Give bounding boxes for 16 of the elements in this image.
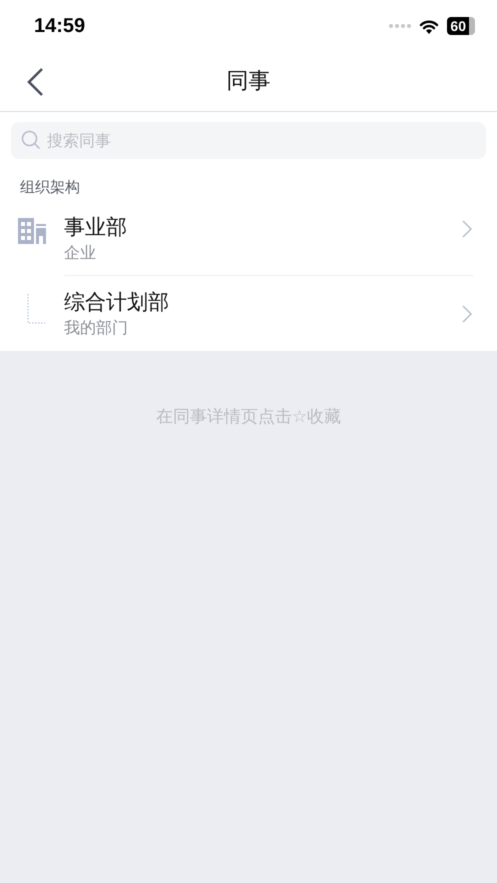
signal-icon	[389, 24, 412, 28]
search-field[interactable]: 搜索同事	[11, 122, 486, 159]
chevron-right-icon	[461, 304, 473, 324]
org-subtitle: 我的部门	[64, 316, 129, 338]
org-name: 综合计划部	[64, 288, 170, 316]
chevron-right-icon	[461, 219, 473, 239]
search-icon	[21, 130, 41, 150]
wifi-icon	[419, 18, 440, 34]
page-title: 同事	[226, 68, 270, 96]
org-name: 事业部	[64, 214, 128, 241]
building-icon	[18, 218, 46, 244]
section-title: 组织架构	[20, 178, 80, 196]
battery-level: 60	[447, 17, 475, 35]
org-subtitle: 企业	[64, 242, 97, 264]
status-time: 14:59	[34, 14, 86, 39]
tree-connector-icon	[26, 293, 46, 325]
